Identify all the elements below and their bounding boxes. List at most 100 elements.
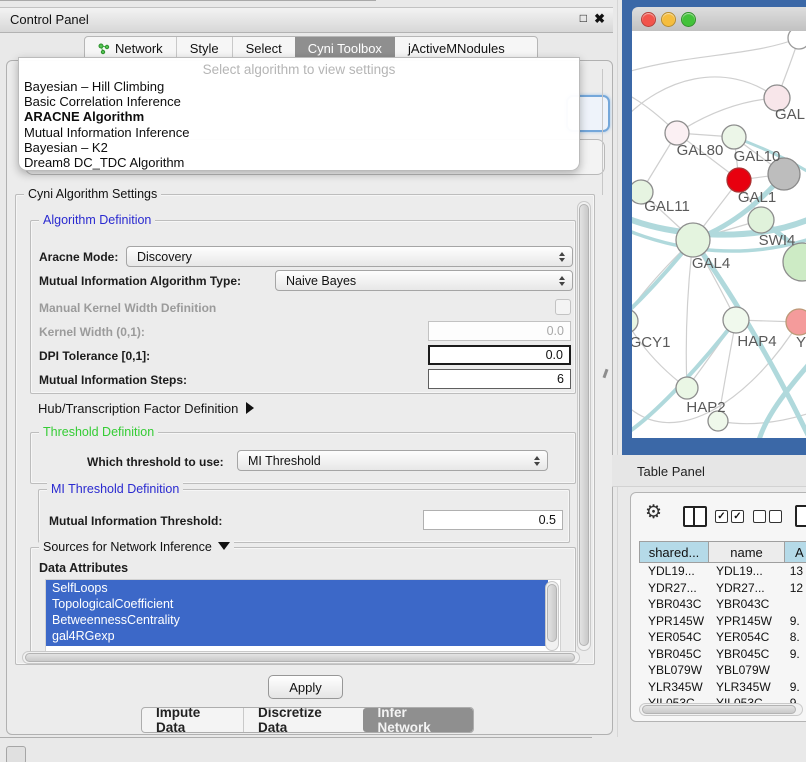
threshold-definition-group: Threshold Definition Which threshold to …	[30, 432, 576, 484]
tab-infer-network[interactable]: Infer Network	[363, 708, 473, 732]
algorithm-options: Bayesian – Hill Climbing Basic Correlati…	[24, 79, 574, 170]
algorithm-option[interactable]: Bayesian – K2	[24, 140, 574, 155]
table-row[interactable]: YDL19...YDL19...13	[639, 563, 806, 580]
list-scrollbar[interactable]	[545, 581, 559, 651]
table-cell: YLR345W	[639, 680, 707, 694]
algorithm-option[interactable]: Basic Correlation Inference	[24, 94, 574, 109]
mi-type-value: Naive Bayes	[286, 274, 356, 288]
manual-kernel-checkbox[interactable]	[555, 299, 571, 315]
kernel-width-field[interactable]: 0.0	[428, 321, 571, 341]
column-header-cut[interactable]: A	[785, 541, 806, 563]
table-cell: YBR043C	[707, 597, 781, 611]
network-node[interactable]	[722, 125, 746, 149]
table-row[interactable]: YER054CYER054C8.	[639, 629, 806, 646]
table-row[interactable]: YDR27...YDR27...12	[639, 580, 806, 597]
network-window-titlebar[interactable]	[632, 7, 806, 32]
mi-threshold-field[interactable]: 0.5	[423, 510, 563, 530]
corner-gripper[interactable]	[6, 746, 26, 762]
mi-type-combo[interactable]: Naive Bayes	[275, 270, 573, 291]
deselect-all-icon2[interactable]	[769, 510, 782, 523]
mi-type-label: Mutual Information Algorithm Type:	[39, 274, 241, 288]
node-label: HAP2	[686, 399, 725, 416]
spinner-arrows-icon	[534, 456, 540, 466]
network-node[interactable]	[748, 207, 774, 233]
table-row[interactable]: YBR045CYBR045C9.	[639, 646, 806, 663]
network-node[interactable]	[723, 307, 749, 333]
select-all-icon[interactable]: ✓	[715, 510, 728, 523]
screen: Control Panel □ ✖ Network Style Select C…	[0, 0, 806, 762]
network-desktop: GALGAL80GAL10GAL1GAL11SWI4GAL4GCY1HAP4YH…	[622, 0, 806, 456]
table-horizontal-scrollbar[interactable]	[639, 703, 803, 716]
algorithm-option[interactable]: Bayesian – Hill Climbing	[24, 79, 574, 94]
control-panel-header: Control Panel □ ✖	[0, 7, 613, 33]
tab-network-label: Network	[115, 41, 163, 56]
bottom-tab-bar: Impute Data Discretize Data Infer Networ…	[141, 707, 474, 733]
node-label: GAL1	[738, 189, 776, 206]
table-row[interactable]: YPR145WYPR145W9.	[639, 613, 806, 630]
table-cell: YBR045C	[639, 647, 707, 661]
close-icon[interactable]: ✖	[594, 11, 605, 27]
hub-definition-label: Hub/Transcription Factor Definition	[38, 401, 238, 416]
spinner-arrows-icon	[559, 276, 565, 286]
mi-steps-field[interactable]: 6	[428, 369, 571, 389]
select-all-icon2[interactable]: ✓	[731, 510, 744, 523]
table-cell: 12	[781, 581, 806, 595]
settings-horizontal-scrollbar[interactable]	[22, 651, 580, 664]
aracne-mode-combo[interactable]: Discovery	[126, 246, 573, 267]
data-attributes-label: Data Attributes	[39, 561, 128, 575]
tab-impute-data[interactable]: Impute Data	[142, 708, 243, 732]
which-threshold-combo[interactable]: MI Threshold	[237, 450, 548, 471]
algorithm-dropdown-popup: Select algorithm to view settings Bayesi…	[18, 57, 580, 171]
node-label: Y	[796, 334, 806, 351]
column-header-shared-name[interactable]: shared...	[639, 541, 709, 563]
table-row[interactable]: YLR345WYLR345W9.	[639, 679, 806, 696]
cyni-algorithm-settings-legend: Cyni Algorithm Settings	[24, 187, 161, 201]
kernel-width-label: Kernel Width (0,1):	[39, 325, 145, 339]
table-cell: 13	[781, 564, 806, 578]
network-graph: GALGAL80GAL10GAL1GAL11SWI4GAL4GCY1HAP4YH…	[632, 31, 806, 438]
algorithm-definition-group: Algorithm Definition Aracne Mode: Discov…	[30, 220, 576, 394]
list-item[interactable]: TopologicalCoefficient	[46, 596, 548, 612]
table-row[interactable]: YBR043CYBR043C	[639, 596, 806, 613]
close-traffic-light[interactable]	[641, 12, 656, 27]
network-node[interactable]	[676, 223, 710, 257]
mi-threshold-legend: MI Threshold Definition	[47, 482, 183, 496]
list-item[interactable]: gal4RGexp	[46, 628, 548, 644]
network-node[interactable]	[786, 309, 806, 335]
float-window-icon[interactable]: □	[580, 11, 587, 25]
aracne-mode-label: Aracne Mode:	[39, 250, 118, 264]
algorithm-option[interactable]: Dream8 DC_TDC Algorithm	[24, 155, 574, 170]
network-node[interactable]	[676, 377, 698, 399]
column-header-name[interactable]: name	[709, 541, 785, 563]
hub-definition-expander[interactable]: Hub/Transcription Factor Definition	[38, 401, 254, 416]
list-item[interactable]: BetweennessCentrality	[46, 612, 548, 628]
tab-discretize-data[interactable]: Discretize Data	[243, 708, 363, 732]
algorithm-option-selected[interactable]: ARACNE Algorithm	[24, 109, 574, 124]
settings-gear-icon[interactable]: ⚙	[645, 503, 662, 522]
table-body: YDL19...YDL19...13YDR27...YDR27...12YBR0…	[639, 563, 806, 705]
table-row[interactable]: YBL079WYBL079W	[639, 662, 806, 679]
algorithm-option[interactable]: Mutual Information Inference	[24, 125, 574, 140]
cyni-algorithm-settings-group: Cyni Algorithm Settings Algorithm Defini…	[15, 194, 595, 665]
zoom-traffic-light[interactable]	[681, 12, 696, 27]
network-node[interactable]	[788, 31, 806, 49]
collapse-down-icon	[218, 542, 230, 550]
expand-right-icon	[246, 402, 254, 414]
dpi-tolerance-field[interactable]: 0.0	[428, 345, 571, 365]
list-item[interactable]: SelfLoops	[46, 580, 548, 596]
function-builder-icon[interactable]	[795, 505, 806, 527]
minimize-traffic-light[interactable]	[661, 12, 676, 27]
deselect-all-icon[interactable]	[753, 510, 766, 523]
table-cell: YDR27...	[707, 581, 781, 595]
algorithm-placeholder: Select algorithm to view settings	[19, 62, 579, 77]
node-label: HAP4	[737, 333, 776, 350]
settings-vertical-scrollbar[interactable]	[577, 201, 591, 651]
network-canvas[interactable]: GALGAL80GAL10GAL1GAL11SWI4GAL4GCY1HAP4YH…	[632, 31, 806, 438]
column-layout-icon[interactable]	[683, 506, 707, 527]
mi-steps-label: Mutual Information Steps:	[39, 373, 187, 387]
panel-divider[interactable]	[617, 0, 618, 737]
network-node[interactable]	[632, 309, 638, 333]
table-cell: YER054C	[639, 630, 707, 644]
table-header-row: shared... name A	[639, 541, 806, 563]
apply-button[interactable]: Apply	[268, 675, 343, 699]
